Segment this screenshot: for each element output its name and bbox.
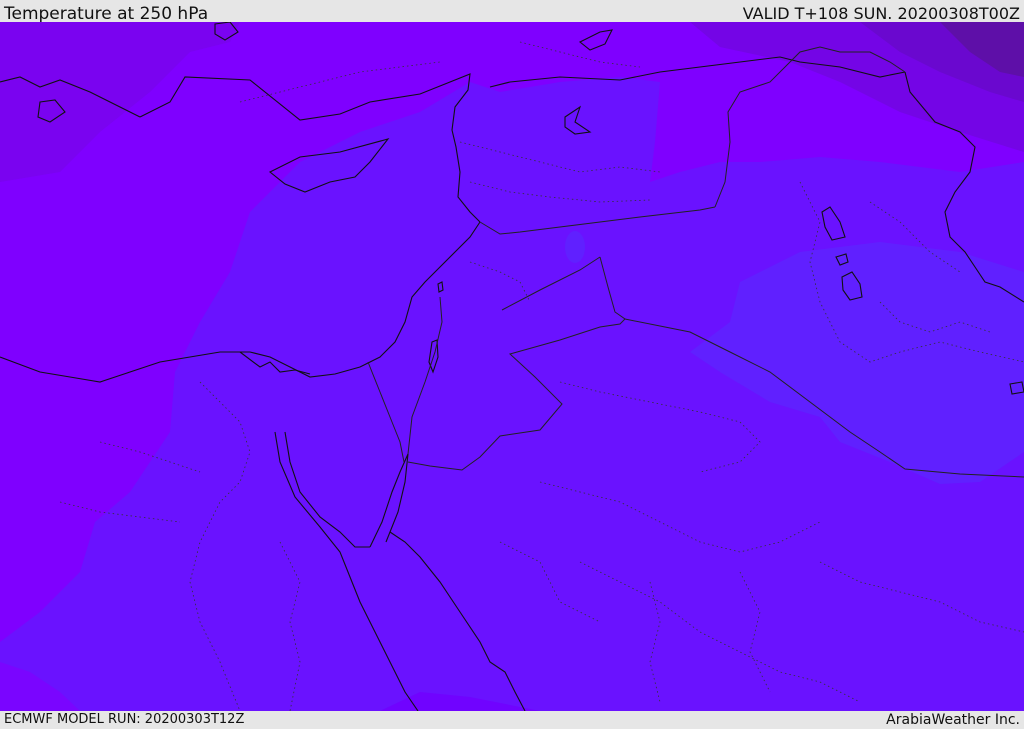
valid-time: VALID T+108 SUN. 20200308T00Z xyxy=(742,4,1020,23)
map-panel[interactable] xyxy=(0,22,1024,711)
footer-bar: ECMWF MODEL RUN: 20200303T12Z ArabiaWeat… xyxy=(0,711,1024,729)
map-title: Temperature at 250 hPa xyxy=(4,4,209,24)
temperature-map xyxy=(0,22,1024,711)
credit-label: ArabiaWeather Inc. xyxy=(886,712,1020,728)
header-bar: Temperature at 250 hPa VALID T+108 SUN. … xyxy=(0,0,1024,24)
model-run-label: ECMWF MODEL RUN: 20200303T12Z xyxy=(4,712,245,727)
temperature-field-cold-spot xyxy=(565,231,585,263)
